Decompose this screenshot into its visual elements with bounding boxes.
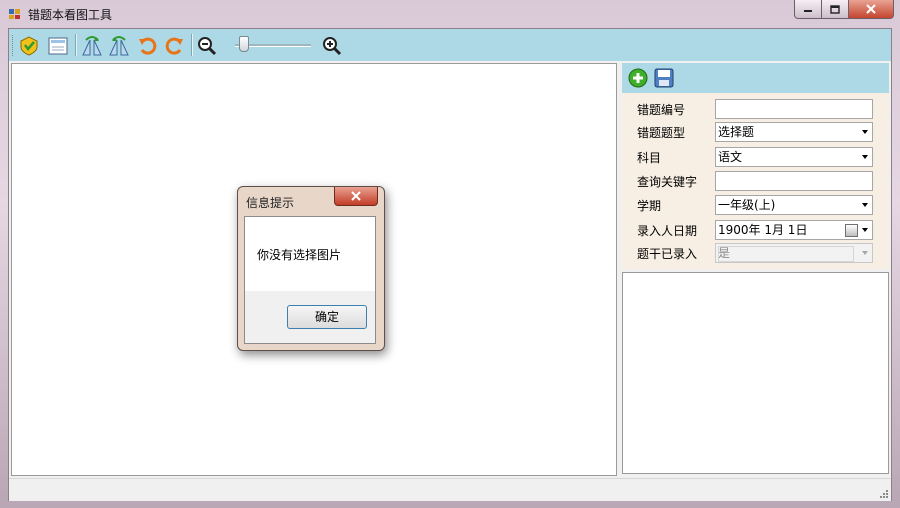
main-client-area: 错题编号 错题题型 选择题 科目 语文 查询关键字 学期 一年级(上) 录入人日… xyxy=(8,28,892,501)
semester-value: 一年级(上) xyxy=(718,198,776,212)
label-semester: 学期 xyxy=(637,199,662,213)
chevron-down-icon xyxy=(862,155,868,159)
zoom-out-icon xyxy=(198,37,217,56)
question-type-select[interactable]: 选择题 xyxy=(715,122,873,142)
dialog-title: 信息提示 xyxy=(246,196,295,210)
calendar-icon[interactable] xyxy=(845,224,858,237)
stem-entered-inner xyxy=(718,246,854,262)
flip-horizontal-icon xyxy=(82,36,102,56)
dialog-message: 你没有选择图片 xyxy=(257,248,342,262)
add-button[interactable] xyxy=(626,66,650,90)
close-button[interactable] xyxy=(849,0,894,19)
window-title: 错题本看图工具 xyxy=(28,8,113,22)
message-dialog: 信息提示 你没有选择图片 确定 xyxy=(237,186,385,351)
label-question-id: 错题编号 xyxy=(637,103,686,117)
app-icon xyxy=(9,9,20,19)
status-bar xyxy=(9,478,891,501)
app-window: 错题本看图工具 错题编号 错题题型 选择题 科目 语文 查询关键字 学期 一年级… xyxy=(0,0,900,508)
caption-buttons xyxy=(794,0,894,20)
label-subject: 科目 xyxy=(637,151,662,165)
rotate-left-button[interactable] xyxy=(136,34,160,58)
entry-date-value: 1900年 1月 1日 xyxy=(718,223,808,237)
minimize-icon xyxy=(804,10,812,12)
dialog-body: 你没有选择图片 确定 xyxy=(244,216,376,344)
rotate-right-button[interactable] xyxy=(162,34,186,58)
entry-date-picker[interactable]: 1900年 1月 1日 xyxy=(715,220,873,240)
flip-horizontal-button[interactable] xyxy=(80,34,104,58)
search-keyword-input[interactable] xyxy=(715,171,873,191)
fit-window-button[interactable] xyxy=(46,34,70,58)
question-content-textarea[interactable] xyxy=(622,272,889,474)
maximize-button[interactable] xyxy=(822,0,849,19)
zoom-in-icon xyxy=(323,37,342,56)
fit-window-icon xyxy=(48,37,68,55)
chevron-down-icon xyxy=(862,130,868,134)
rotate-right-icon xyxy=(165,37,183,55)
label-question-type: 错题题型 xyxy=(637,126,686,140)
question-info-panel: 错题编号 错题题型 选择题 科目 语文 查询关键字 学期 一年级(上) 录入人日… xyxy=(622,63,889,476)
zoom-in-button[interactable] xyxy=(320,34,344,58)
resize-grip-icon[interactable] xyxy=(878,488,888,498)
question-form: 错题编号 错题题型 选择题 科目 语文 查询关键字 学期 一年级(上) 录入人日… xyxy=(622,93,889,269)
rotate-left-icon xyxy=(139,37,157,55)
import-button[interactable] xyxy=(17,34,41,58)
chevron-down-icon xyxy=(862,251,868,255)
title-bar: 错题本看图工具 xyxy=(0,0,900,28)
subject-select[interactable]: 语文 xyxy=(715,147,873,167)
semester-select[interactable]: 一年级(上) xyxy=(715,195,873,215)
dialog-footer: 确定 xyxy=(245,291,375,343)
maximize-icon xyxy=(830,4,840,14)
flip-vertical-button[interactable] xyxy=(107,34,131,58)
zoom-out-button[interactable] xyxy=(195,34,219,58)
label-search-keyword: 查询关键字 xyxy=(637,175,698,189)
close-icon xyxy=(351,191,361,201)
close-icon xyxy=(866,4,876,14)
dialog-close-button[interactable] xyxy=(334,187,378,206)
label-stem-entered: 题干已录入 xyxy=(637,247,698,261)
question-id-input[interactable] xyxy=(715,99,873,119)
flip-vertical-icon xyxy=(109,36,129,56)
save-icon xyxy=(654,68,674,88)
toolbar-separator xyxy=(191,34,193,56)
minimize-button[interactable] xyxy=(794,0,822,19)
add-icon xyxy=(628,68,648,88)
main-toolbar xyxy=(9,29,891,61)
panel-toolbar xyxy=(622,63,889,93)
save-button[interactable] xyxy=(652,66,676,90)
toolbar-separator xyxy=(75,34,77,56)
subject-value: 语文 xyxy=(718,150,743,164)
import-icon xyxy=(20,36,38,56)
zoom-slider[interactable] xyxy=(231,35,315,55)
chevron-down-icon xyxy=(862,228,868,232)
ok-button[interactable]: 确定 xyxy=(287,305,367,329)
chevron-down-icon xyxy=(862,203,868,207)
stem-entered-select: 是 xyxy=(715,243,873,263)
zoom-slider-thumb[interactable] xyxy=(238,36,249,52)
toolbar-grip[interactable] xyxy=(12,35,16,56)
question-type-value: 选择题 xyxy=(718,125,755,139)
label-entry-date: 录入人日期 xyxy=(637,224,698,238)
